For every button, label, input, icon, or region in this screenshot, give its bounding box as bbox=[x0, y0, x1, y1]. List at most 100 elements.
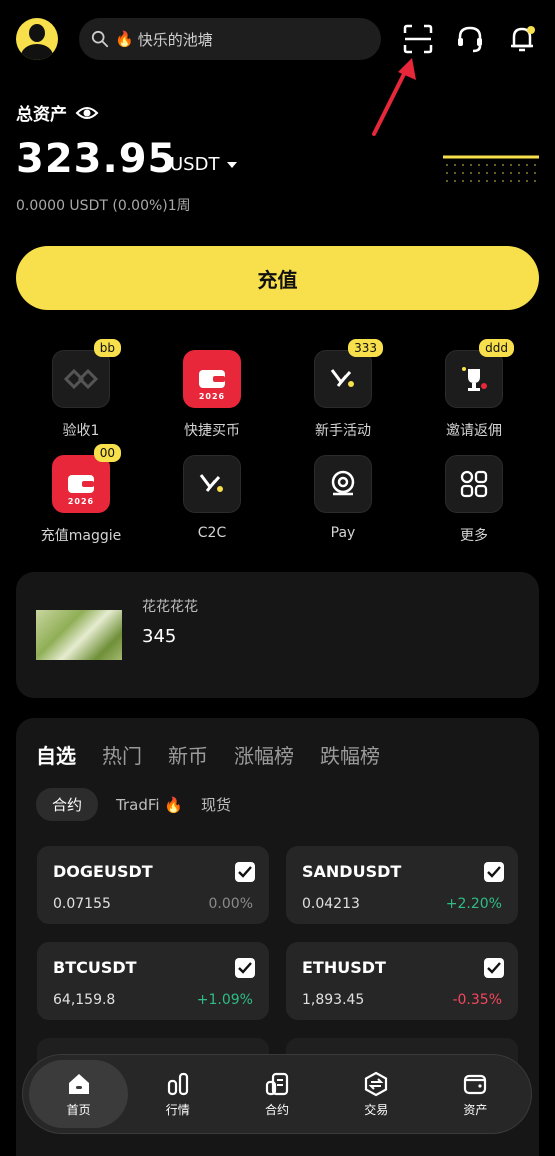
nav-contract[interactable]: 合约 bbox=[227, 1060, 326, 1128]
search-placeholder: 快乐的池塘 bbox=[137, 30, 213, 49]
shortcut-pay[interactable]: Pay bbox=[283, 455, 403, 541]
eye-icon[interactable] bbox=[75, 104, 99, 122]
year-label: 2026 bbox=[67, 497, 95, 506]
fire-icon: 🔥 bbox=[115, 30, 134, 48]
shortcut-c2c[interactable]: C2C bbox=[152, 455, 272, 541]
pay-icon bbox=[331, 470, 355, 496]
subtab-tradfi-label: TradFi bbox=[116, 795, 160, 814]
scan-icon[interactable] bbox=[401, 22, 435, 56]
checkbox-checked-icon[interactable] bbox=[235, 862, 255, 882]
wallet-icon bbox=[199, 370, 225, 388]
tab-gainers[interactable]: 涨幅榜 bbox=[234, 740, 294, 769]
coin-row: 1,893.45 -0.35% bbox=[302, 992, 502, 1008]
coin-card-sand[interactable]: SANDUSDT 0.04213 +2.20% bbox=[286, 846, 518, 924]
coin-change: 0.00% bbox=[208, 896, 253, 912]
shortcut-tile: 2026 00 bbox=[52, 444, 121, 513]
subtab-contract[interactable]: 合约 bbox=[36, 788, 99, 821]
badge: bb bbox=[93, 339, 121, 357]
chart-bars-icon bbox=[167, 1072, 188, 1095]
tab-losers[interactable]: 跌幅榜 bbox=[320, 740, 380, 769]
nav-label: 交易 bbox=[364, 1102, 389, 1117]
shortcut-recharge-maggie[interactable]: 2026 00 充值maggie bbox=[21, 444, 141, 545]
promo-card[interactable]: 花花花花 345 bbox=[16, 572, 539, 698]
checkbox-checked-icon[interactable] bbox=[484, 862, 504, 882]
shortcut-acceptance[interactable]: bb 验收1 bbox=[21, 339, 141, 440]
search-bar[interactable]: 🔥 快乐的池塘 bbox=[79, 18, 381, 60]
currency-selector[interactable]: USDT bbox=[170, 154, 238, 175]
coin-row: 64,159.8 +1.09% bbox=[53, 992, 253, 1008]
grid-icon bbox=[460, 470, 488, 498]
shortcut-more[interactable]: 更多 bbox=[414, 455, 534, 545]
mini-chart-icon bbox=[443, 155, 539, 182]
total-assets-label: 总资产 bbox=[16, 100, 99, 125]
coin-price: 1,893.45 bbox=[302, 992, 365, 1008]
contract-icon bbox=[265, 1072, 289, 1095]
shortcut-newbie[interactable]: 333 新手活动 bbox=[283, 339, 403, 440]
search-icon bbox=[91, 30, 109, 48]
checkbox-checked-icon[interactable] bbox=[235, 958, 255, 978]
badge: 00 bbox=[93, 444, 121, 462]
home-icon bbox=[68, 1073, 89, 1094]
currency-unit: USDT bbox=[170, 154, 220, 175]
shortcut-tile: ddd bbox=[445, 339, 514, 408]
recharge-button[interactable]: 充值 bbox=[16, 246, 539, 310]
avatar-body bbox=[21, 44, 53, 60]
tab-hot[interactable]: 热门 bbox=[102, 740, 142, 769]
promo-value: 345 bbox=[142, 626, 177, 647]
market-tabs: 自选 热门 新币 涨幅榜 跌幅榜 bbox=[36, 740, 380, 769]
nav-market[interactable]: 行情 bbox=[128, 1060, 227, 1128]
bell-icon[interactable] bbox=[505, 22, 539, 56]
nav-assets[interactable]: 资产 bbox=[426, 1060, 525, 1128]
coin-change: -0.35% bbox=[452, 992, 502, 1008]
coin-card-btc[interactable]: BTCUSDT 64,159.8 +1.09% bbox=[37, 942, 269, 1020]
subtab-tradfi[interactable]: TradFi 🔥 bbox=[116, 796, 183, 814]
avatar[interactable] bbox=[16, 18, 58, 60]
tab-favorites[interactable]: 自选 bbox=[36, 740, 76, 769]
shortcut-tile bbox=[314, 455, 372, 513]
shortcut-tile: 333 bbox=[314, 339, 383, 408]
nav-trade[interactable]: 交易 bbox=[327, 1060, 426, 1128]
shortcut-invite[interactable]: ddd 邀请返佣 bbox=[414, 339, 534, 440]
promo-title: 花花花花 bbox=[142, 599, 198, 615]
logo-icon bbox=[64, 369, 98, 389]
checkbox-checked-icon[interactable] bbox=[484, 958, 504, 978]
nav-home[interactable]: 首页 bbox=[29, 1060, 129, 1128]
market-subtabs: 合约 TradFi 🔥 现货 bbox=[36, 788, 231, 821]
coin-price: 64,159.8 bbox=[53, 992, 116, 1008]
total-amount: 323.95 bbox=[16, 136, 177, 182]
shortcut-tile bbox=[445, 455, 503, 513]
coin-row: 0.07155 0.00% bbox=[53, 896, 253, 912]
tab-new[interactable]: 新币 bbox=[168, 740, 208, 769]
subtab-spot[interactable]: 现货 bbox=[201, 794, 231, 815]
headset-icon[interactable] bbox=[453, 22, 487, 56]
red-arrow-annotation bbox=[372, 58, 416, 136]
shortcut-label: 快捷买币 bbox=[184, 423, 240, 439]
shortcut-label: Pay bbox=[330, 525, 356, 541]
nav-label: 资产 bbox=[463, 1102, 488, 1117]
nav-label: 合约 bbox=[265, 1102, 290, 1117]
year-label: 2026 bbox=[198, 392, 226, 401]
coin-card-eth[interactable]: ETHUSDT 1,893.45 -0.35% bbox=[286, 942, 518, 1020]
nav-label: 行情 bbox=[165, 1102, 190, 1117]
caret-down-icon bbox=[227, 161, 238, 168]
shortcut-label: 验收1 bbox=[62, 423, 100, 439]
trade-icon bbox=[365, 1071, 388, 1096]
badge: ddd bbox=[479, 339, 514, 357]
coin-card-doge[interactable]: DOGEUSDT 0.07155 0.00% bbox=[37, 846, 269, 924]
wallet-icon bbox=[68, 475, 94, 493]
pnl-text: 0.0000 USDT (0.00%)1周 bbox=[16, 198, 191, 214]
coin-change: +1.09% bbox=[196, 992, 253, 1008]
fire-icon: 🔥 bbox=[164, 795, 184, 814]
badge: 333 bbox=[348, 339, 383, 357]
wallet-icon bbox=[464, 1074, 487, 1094]
coin-symbol: BTCUSDT bbox=[53, 958, 137, 977]
shortcut-tile: 2026 bbox=[183, 350, 241, 408]
coin-symbol: ETHUSDT bbox=[302, 958, 386, 977]
nav-label: 首页 bbox=[66, 1102, 91, 1117]
total-assets-text: 总资产 bbox=[16, 105, 67, 125]
coin-row: 0.04213 +2.20% bbox=[302, 896, 502, 912]
shortcut-quick-buy[interactable]: 2026 快捷买币 bbox=[152, 350, 272, 440]
coin-change: +2.20% bbox=[445, 896, 502, 912]
trophy-icon bbox=[462, 367, 487, 391]
shortcut-tile: bb bbox=[52, 339, 121, 408]
